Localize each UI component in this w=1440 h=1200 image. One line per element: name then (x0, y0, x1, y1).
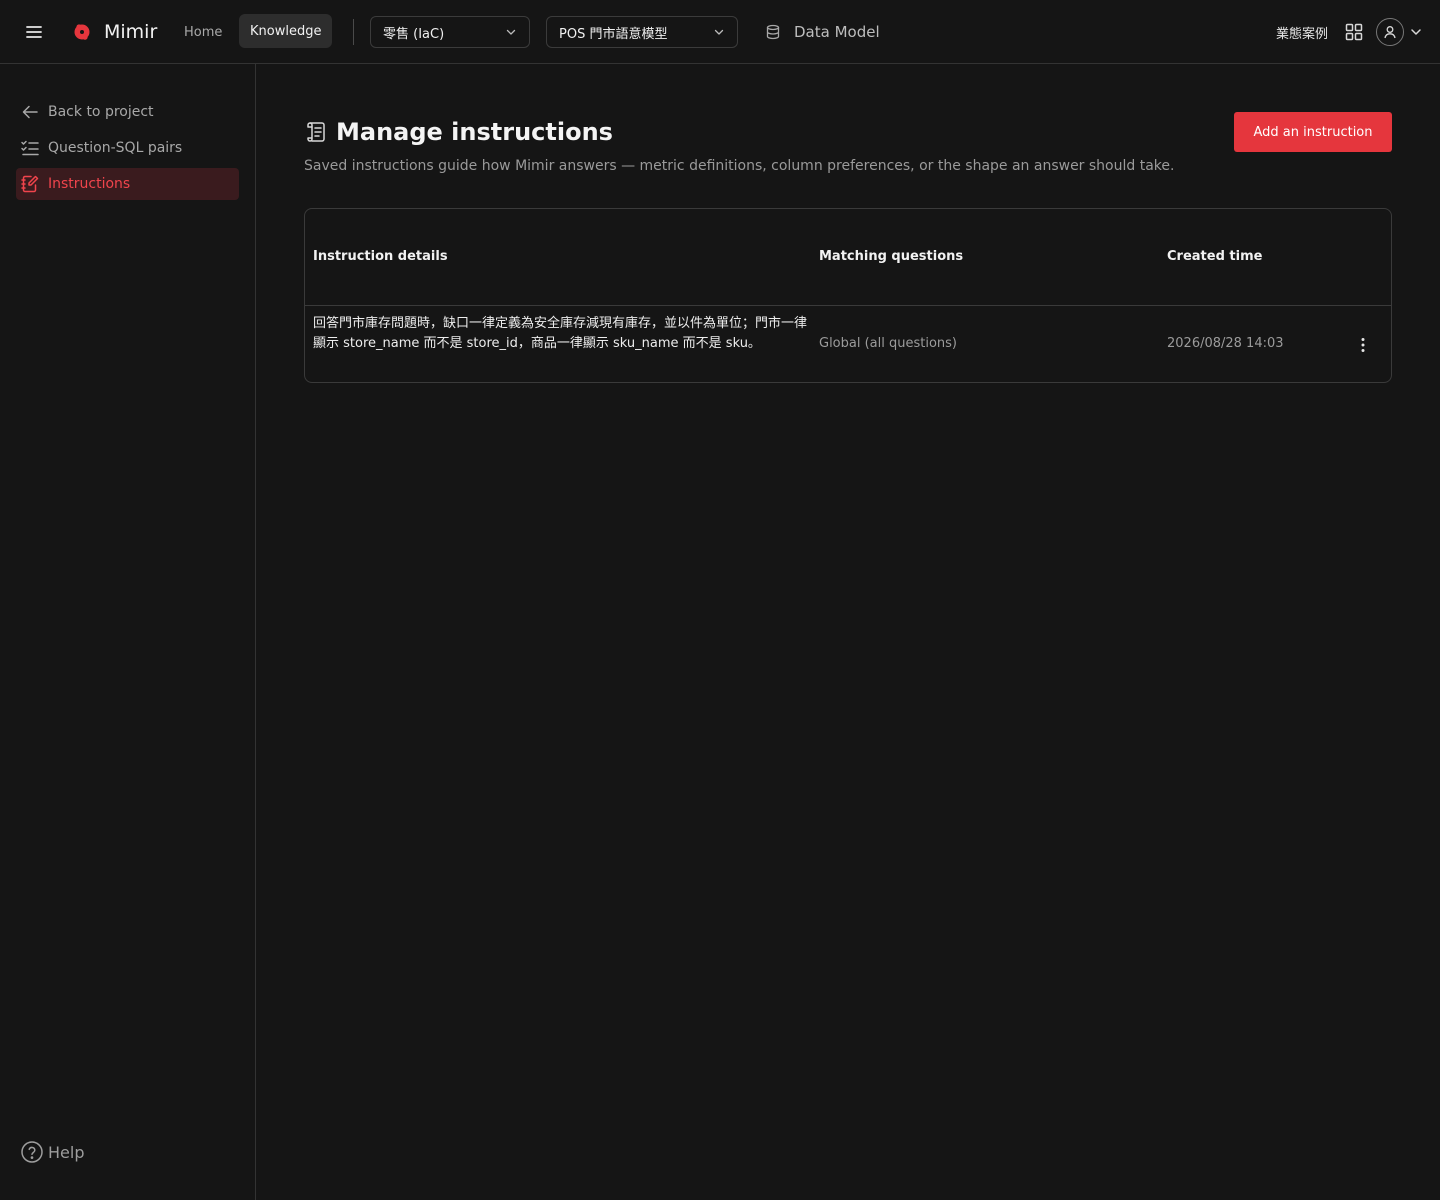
column-header-matching-questions[interactable]: Matching questions (819, 248, 963, 266)
project-select-value: 零售 (IaC) (383, 26, 445, 42)
help-circle-icon (21, 1141, 43, 1163)
nav-home[interactable]: Home (176, 16, 230, 48)
model-select[interactable]: POS 門市語意模型 (546, 16, 738, 48)
database-icon (766, 24, 780, 40)
instruction-details-cell: 回答門市庫存問題時，缺口一律定義為安全庫存減現有庫存，並以件為單位；門市一律顯示… (313, 316, 808, 351)
help-link[interactable]: Help (20, 1140, 84, 1164)
chevron-down-icon (714, 29, 724, 35)
project-select[interactable]: 零售 (IaC) (370, 16, 530, 48)
data-model-link[interactable]: Data Model (764, 18, 880, 46)
page-description: Saved instructions guide how Mimir answe… (304, 158, 1175, 174)
sidebar: Back to project Question-SQL pairs Instr… (0, 64, 256, 1200)
logo-icon (72, 22, 92, 42)
created-time-cell: 2026/08/28 14:03 (1167, 336, 1284, 351)
instructions-table: Instruction details Matching questions C… (304, 208, 1392, 383)
scroll-icon (304, 120, 328, 144)
sidebar-item-label: Instructions (48, 176, 131, 192)
help-label: Help (48, 1142, 85, 1162)
chevron-down-icon[interactable] (1409, 25, 1423, 39)
more-options-icon[interactable] (1351, 333, 1375, 357)
page-title: Manage instructions (336, 118, 613, 146)
column-header-created-time[interactable]: Created time (1167, 248, 1262, 266)
menu-icon[interactable] (24, 22, 44, 42)
table-row[interactable]: 回答門市庫存問題時，缺口一律定義為安全庫存減現有庫存，並以件為單位；門市一律顯示… (305, 306, 1391, 382)
data-model-label: Data Model (794, 23, 880, 41)
apps-grid-icon[interactable] (1344, 22, 1364, 42)
arrow-left-icon (20, 102, 40, 122)
add-instruction-button[interactable]: Add an instruction (1234, 112, 1392, 152)
user-icon (1384, 26, 1396, 39)
sidebar-item-instructions[interactable]: Instructions (16, 168, 239, 200)
sidebar-item-question-sql-pairs[interactable]: Question-SQL pairs (16, 132, 239, 164)
nav-knowledge[interactable]: Knowledge (239, 14, 333, 48)
model-select-value: POS 門市語意模型 (559, 26, 668, 42)
top-bar: Mimir Home Knowledge 零售 (IaC) POS 門市語意模型… (0, 0, 1440, 64)
table-header: Instruction details Matching questions C… (305, 209, 1391, 306)
sidebar-item-label: Back to project (48, 104, 154, 120)
business-cases-link[interactable]: 業態案例 (1276, 20, 1328, 44)
avatar[interactable] (1376, 18, 1404, 46)
column-header-instruction-details[interactable]: Instruction details (313, 248, 448, 266)
nav-divider (353, 19, 354, 45)
chevron-down-icon (506, 29, 516, 35)
matching-questions-cell: Global (all questions) (819, 336, 958, 351)
sidebar-item-label: Question-SQL pairs (48, 140, 183, 156)
checklist-icon (20, 138, 40, 158)
sidebar-item-back-to-project[interactable]: Back to project (16, 96, 239, 128)
app-name: Mimir (104, 21, 158, 43)
notebook-edit-icon (20, 174, 40, 194)
